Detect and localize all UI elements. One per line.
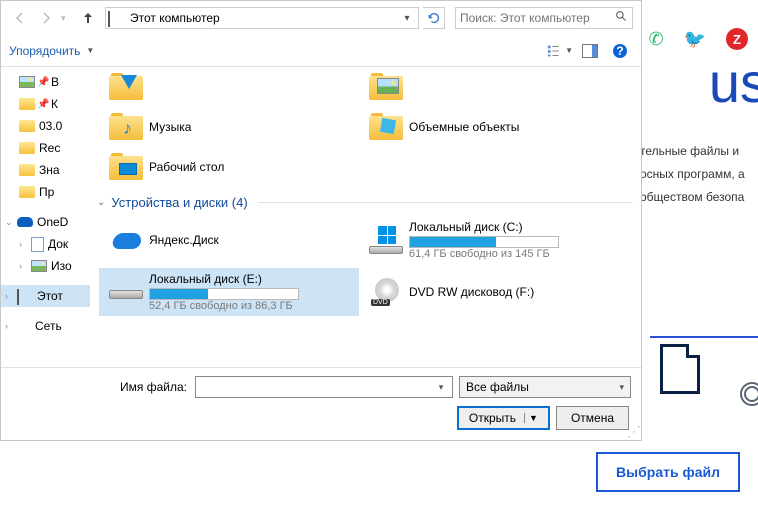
expand-icon[interactable]: › [19, 261, 31, 271]
expand-icon[interactable]: › [19, 239, 31, 249]
open-split-dropdown[interactable]: ▼ [524, 413, 538, 423]
network-icon [17, 319, 31, 333]
address-dropdown-icon[interactable]: ▾ [398, 13, 416, 24]
sidebar-item-quick-2[interactable]: 03.0 [1, 115, 90, 137]
help-button[interactable]: ? [607, 40, 633, 62]
drive-item-yandex[interactable]: Яндекс.Диск [99, 216, 359, 264]
cancel-button[interactable]: Отмена [556, 406, 629, 430]
folder-icon [19, 186, 35, 198]
resize-grip[interactable]: ⋰ [627, 426, 639, 438]
view-options-button[interactable]: ▼ [547, 40, 573, 62]
divider [650, 336, 758, 338]
chevron-down-icon: ▾ [610, 382, 624, 393]
filename-input[interactable]: ▾ [195, 376, 453, 398]
sidebar-item-quick-0[interactable]: 📌В [1, 71, 90, 93]
background-heading: us [709, 50, 758, 115]
folder-icon [19, 120, 35, 132]
sidebar-item-quick-3[interactable]: Rec [1, 137, 90, 159]
drive-item-dvd[interactable]: DVD DVD RW дисковод (F:) [359, 268, 619, 316]
3d-objects-folder-icon [369, 113, 405, 141]
select-file-button[interactable]: Выбрать файл [596, 452, 740, 492]
toolbar: Упорядочить ▼ ▼ ? [1, 35, 641, 67]
computer-icon [17, 290, 33, 302]
preview-pane-button[interactable] [577, 40, 603, 62]
divider [258, 202, 633, 203]
organize-menu-button[interactable]: Упорядочить ▼ [9, 44, 94, 58]
folder-item-pictures[interactable]: x [359, 69, 619, 105]
folder-item-desktop[interactable]: Рабочий стол [99, 149, 359, 185]
expand-icon[interactable]: › [5, 291, 17, 301]
sidebar-item-quick-1[interactable]: 📌К [1, 93, 90, 115]
organize-label: Упорядочить [9, 44, 80, 58]
sidebar-item-network[interactable]: ›Сеть [1, 315, 90, 337]
disk-usage-bar [409, 236, 559, 248]
disk-usage-bar [149, 288, 299, 300]
sidebar-item-onedrive-0[interactable]: ›Док [1, 233, 90, 255]
background-paragraph: тельные файлы и осных программ, а общест… [640, 140, 758, 208]
music-folder-icon: ♪ [109, 113, 145, 141]
file-list[interactable]: x x ♪ Музыка Объемные объекты [91, 67, 641, 367]
search-icon[interactable] [615, 10, 628, 26]
sidebar-item-onedrive[interactable]: ⌄OneD [1, 211, 90, 233]
sidebar-item-quick-5[interactable]: Пр [1, 181, 90, 203]
navigation-tree: 📌В 📌К 03.0 Rec Зна Пр ⌄OneD ›Док ›Изо ›Э… [1, 67, 91, 367]
open-button[interactable]: Открыть ▼ [457, 406, 550, 430]
pin-icon: 📌 [37, 77, 47, 87]
refresh-button[interactable] [423, 7, 445, 29]
computer-icon [108, 12, 124, 24]
downloads-folder-icon [109, 73, 145, 101]
z-logo-icon[interactable]: Z [726, 28, 748, 50]
pin-icon: 📌 [37, 99, 47, 109]
chevron-down-icon: ⌄ [97, 197, 105, 208]
nav-up-button[interactable] [77, 7, 99, 29]
twitter-icon[interactable]: 🐦 [684, 29, 706, 50]
nav-history-dropdown[interactable]: ▾ [61, 13, 73, 24]
document-icon [31, 237, 44, 252]
local-disk-e-icon [109, 282, 145, 302]
dvd-drive-icon: DVD [369, 278, 405, 306]
file-open-dialog: ▾ Этот компьютер ▾ Упорядочить ▼ ▼ [0, 0, 642, 441]
desktop-folder-icon [109, 153, 145, 181]
local-disk-c-icon [369, 226, 405, 254]
sidebar-item-this-pc[interactable]: ›Этот [1, 285, 90, 307]
onedrive-icon [17, 217, 33, 227]
filename-label: Имя файла: [11, 380, 195, 394]
folder-icon [19, 98, 35, 110]
pictures-folder-icon [369, 73, 405, 101]
pictures-icon [19, 76, 35, 88]
search-box[interactable] [455, 7, 633, 29]
group-header-devices[interactable]: ⌄ Устройства и диски (4) [97, 195, 633, 210]
nav-forward-button[interactable] [35, 7, 57, 29]
file-upload-icon [660, 344, 708, 400]
nav-back-button[interactable] [9, 7, 31, 29]
navigation-bar: ▾ Этот компьютер ▾ [1, 1, 641, 35]
svg-text:?: ? [616, 44, 623, 58]
expand-icon[interactable]: › [5, 321, 17, 331]
chevron-down-icon: ▼ [86, 46, 94, 55]
folder-item-downloads[interactable]: x [99, 69, 359, 105]
sidebar-item-quick-4[interactable]: Зна [1, 159, 90, 181]
search-input[interactable] [460, 11, 615, 25]
dialog-footer: Имя файла: ▾ Все файлы ▾ Открыть ▼ Отмен… [1, 367, 641, 440]
folder-icon [19, 142, 35, 154]
drive-item-c[interactable]: Локальный диск (C:) 61,4 ГБ свободно из … [359, 216, 619, 264]
phone-icon[interactable]: ✆ [648, 29, 663, 50]
folder-item-music[interactable]: ♪ Музыка [99, 109, 359, 145]
chevron-down-icon[interactable]: ▾ [432, 382, 450, 393]
address-text: Этот компьютер [130, 11, 398, 25]
file-type-filter[interactable]: Все файлы ▾ [459, 376, 631, 398]
yandex-disk-icon [109, 229, 145, 251]
address-bar[interactable]: Этот компьютер ▾ [105, 7, 419, 29]
collapse-icon[interactable]: ⌄ [5, 217, 17, 228]
folder-item-3dobjects[interactable]: Объемные объекты [359, 109, 619, 145]
sidebar-item-onedrive-1[interactable]: ›Изо [1, 255, 90, 277]
pictures-icon [31, 260, 47, 272]
drive-item-e[interactable]: Локальный диск (E:) 52,4 ГБ свободно из … [99, 268, 359, 316]
folder-icon [19, 164, 35, 176]
